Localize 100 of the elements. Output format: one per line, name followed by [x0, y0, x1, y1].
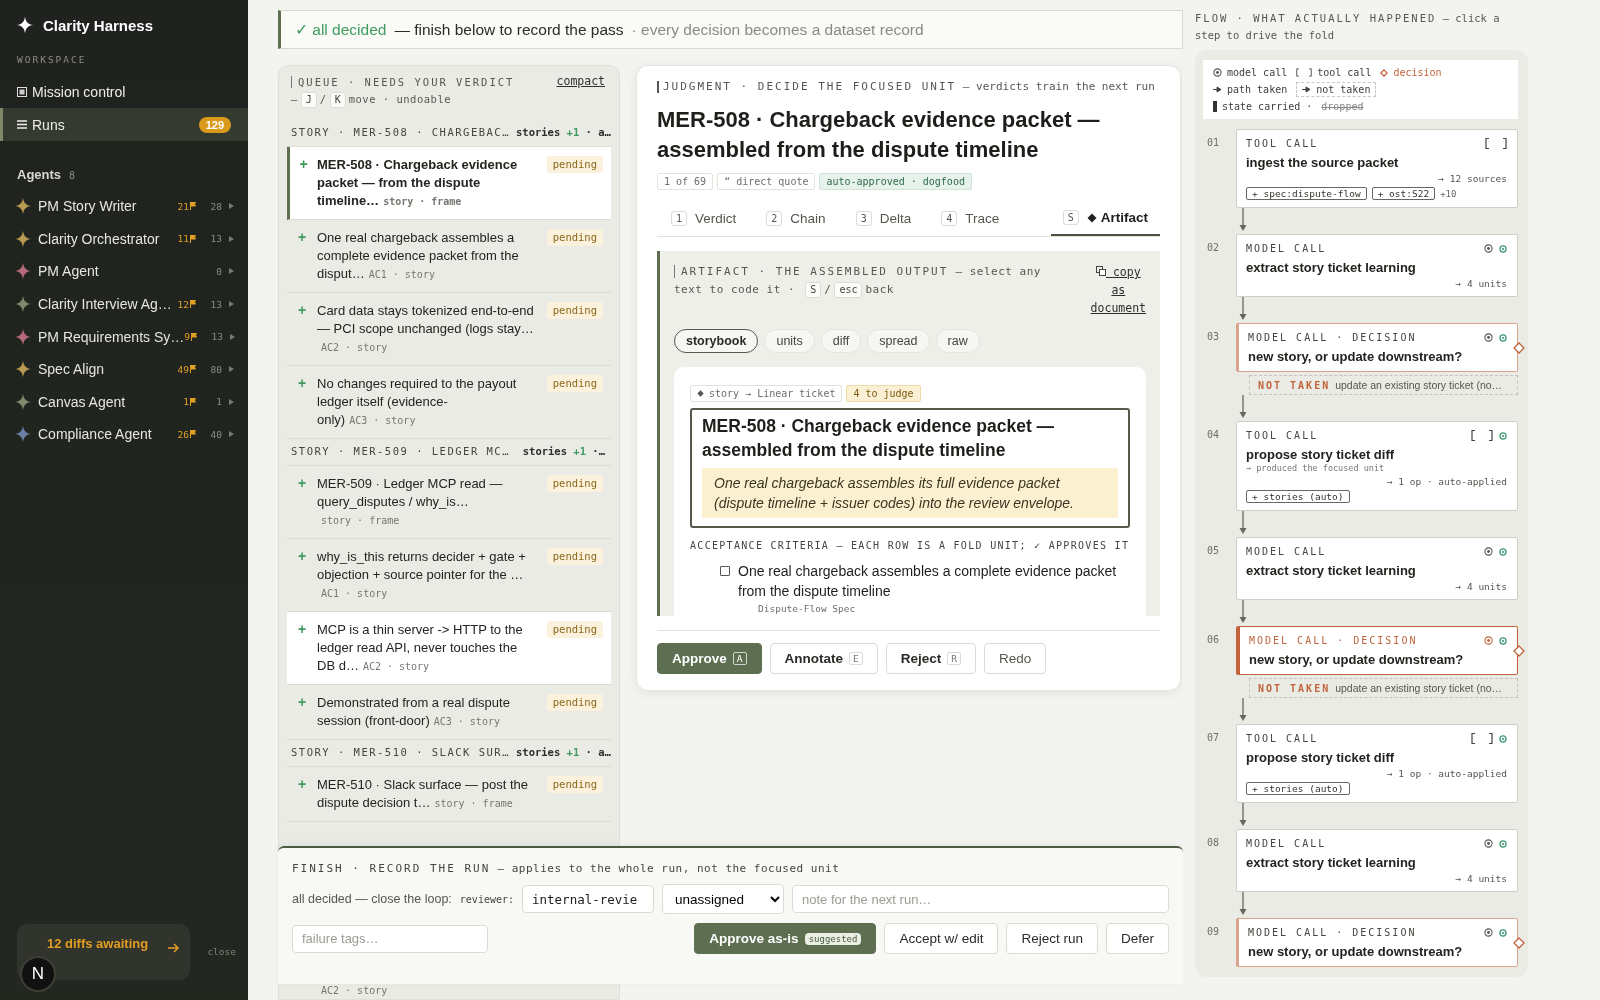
- connector-arrow: [1239, 395, 1247, 419]
- agent-name[interactable]: Compliance Agent: [36, 426, 178, 443]
- caret-icon[interactable]: [229, 431, 234, 438]
- nav-item[interactable]: Runs 129: [0, 108, 248, 141]
- queue-item[interactable]: + Card data stays tokenized end-to-end — PCI scope unchanged (logs stay… AC2 · story pending: [287, 293, 611, 366]
- tab[interactable]: 3 Delta: [853, 204, 926, 236]
- view-toggle[interactable]: spread: [867, 329, 930, 353]
- agent-name[interactable]: Clarity Interview Ag…: [36, 296, 178, 313]
- step-output: → 4 units: [1454, 873, 1507, 884]
- caret-icon[interactable]: [229, 301, 234, 308]
- queue-item[interactable]: + One real chargeback assembles a complete evidence packet from the disput… AC1 · story pending: [287, 220, 611, 293]
- reviewer-field[interactable]: internal-revie: [522, 885, 654, 913]
- caret-icon[interactable]: [229, 203, 234, 210]
- assignee-select[interactable]: unassigned: [662, 884, 784, 914]
- tab[interactable]: S Artifact: [1050, 204, 1160, 236]
- item-text: Card data stays tokenized end-to-end — PCI scope unchanged (logs stay… AC2 · story: [317, 302, 535, 355]
- flag-icon: [191, 332, 197, 341]
- step-card[interactable]: TOOL CALL ingest the source packet → 12 sources + spec:dispute-flow + ost:S22 +10: [1236, 129, 1518, 208]
- copy-link[interactable]: copy as document: [1090, 263, 1146, 317]
- step-card[interactable]: TOOL CALL propose story ticket diff → 1 op · auto-applied + stories (auto): [1236, 724, 1518, 803]
- queue-item[interactable]: + Demonstrated from a real dispute session (front-door) AC3 · story pending: [287, 685, 611, 740]
- step-kind: MODEL CALL · DECISION: [1249, 635, 1418, 646]
- step-card[interactable]: MODEL CALL · DECISION new story, or update downstream?: [1236, 918, 1518, 967]
- step-kind: MODEL CALL: [1246, 243, 1327, 254]
- queue-item[interactable]: + MCP is a thin server -> HTTP to the ledger read API, never touches the DB d… AC2 · story pending: [287, 612, 611, 685]
- group-summary: stories +1 ·…: [522, 445, 605, 457]
- step-kind: MODEL CALL · DECISION: [1248, 927, 1417, 938]
- lead-text: all decided — close the loop:: [292, 892, 452, 906]
- step-kind: MODEL CALL: [1246, 838, 1327, 849]
- unit-title: MER-508 · Chargeback evidence packet — assembled from the dispute timeline: [657, 106, 1101, 164]
- step-number: 08: [1206, 836, 1221, 848]
- view-toggle[interactable]: raw: [935, 329, 980, 353]
- run-count: 40: [209, 428, 222, 440]
- state-tag: + stories (auto): [1246, 490, 1350, 503]
- arrow-icon[interactable]: [168, 943, 180, 953]
- agent-name[interactable]: Canvas Agent: [36, 393, 184, 410]
- step-output: → 4 units: [1454, 581, 1507, 592]
- action-button[interactable]: Redo: [984, 643, 1047, 674]
- agent-name[interactable]: PM Story Writer: [36, 198, 178, 215]
- action-button[interactable]: Annotate E: [769, 643, 878, 674]
- caret-icon[interactable]: [229, 366, 234, 373]
- tags-field[interactable]: failure tags…: [292, 924, 488, 953]
- step-card[interactable]: MODEL CALL · DECISION new story, or update downstream?: [1236, 626, 1518, 675]
- key-hint: K: [329, 92, 346, 108]
- view-toggle[interactable]: diff: [820, 329, 862, 353]
- step-kind: TOOL CALL: [1246, 733, 1319, 744]
- tab[interactable]: 1 Verdict: [669, 204, 751, 236]
- checkbox[interactable]: [720, 566, 730, 576]
- agent-name[interactable]: PM Agent: [36, 263, 196, 280]
- run-count: 0: [215, 266, 222, 277]
- queue-item[interactable]: + MER-509 · Ledger MCP read — query_disputes / why_is… story · frame pending: [287, 466, 611, 539]
- view-toggle[interactable]: units: [764, 329, 815, 353]
- target-icon: [1213, 68, 1222, 77]
- not-taken-branch: NOT TAKEN update an existing story ticket (no…: [1249, 375, 1518, 395]
- caret-icon[interactable]: [230, 333, 235, 340]
- agent-name[interactable]: Clarity Orchestrator: [36, 230, 178, 247]
- action-button[interactable]: Defer: [1106, 923, 1169, 954]
- caret-icon[interactable]: [229, 235, 234, 242]
- menu-icon: [17, 120, 27, 129]
- caret-icon[interactable]: [229, 398, 234, 405]
- brackets-icon: [1471, 430, 1493, 441]
- step-title: extract story ticket learning: [1246, 563, 1417, 578]
- step-number: 07: [1206, 731, 1221, 743]
- step-card[interactable]: MODEL CALL extract story ticket learning → 4 units: [1236, 537, 1518, 600]
- step-card[interactable]: MODEL CALL · DECISION new story, or update downstream?: [1236, 323, 1518, 372]
- panel-title: FLOW · WHAT ACTUALLY HAPPENED — click a step to drive the fold: [1195, 11, 1501, 43]
- count-badge: 129: [198, 116, 231, 133]
- status-badge: pending: [546, 548, 603, 565]
- legend-item: tool call: [1296, 67, 1372, 78]
- step-card[interactable]: MODEL CALL extract story ticket learning → 4 units: [1236, 234, 1518, 297]
- tab[interactable]: 2 Chain: [764, 204, 840, 236]
- flag-count: 9: [184, 331, 197, 343]
- compact-link[interactable]: compact: [556, 74, 605, 108]
- nav-item[interactable]: Mission control: [0, 75, 248, 108]
- step-card[interactable]: TOOL CALL propose story ticket diff → produced the focused unit → 1 op · auto-applied + stories (auto): [1236, 421, 1518, 511]
- item-text: One real chargeback assembles a complete evidence packet from the disput… AC1 · story: [317, 229, 520, 283]
- queue-item[interactable]: + MER-510 · Slack surface — post the dispute decision t… story · frame pending: [287, 767, 611, 822]
- story-title: MER-508 · Chargeback evidence packet — assembled from the dispute timeline: [702, 415, 1056, 462]
- action-button[interactable]: Reject R: [885, 643, 976, 674]
- action-button[interactable]: Approve A: [657, 643, 762, 674]
- step-number: 09: [1206, 925, 1221, 937]
- queue-item[interactable]: + MER-508 · Chargeback evidence packet — from the dispute timeline… story · frame pending: [287, 147, 611, 220]
- agent-name[interactable]: PM Requirements Sy…: [36, 328, 185, 345]
- action-button[interactable]: Accept w/ edit: [884, 923, 999, 954]
- action-button[interactable]: Approve as-is suggested: [694, 923, 877, 954]
- action-button[interactable]: Reject run: [1006, 923, 1098, 954]
- brackets-icon: [1471, 733, 1493, 744]
- avatar[interactable]: N: [20, 956, 56, 992]
- flag-count: 21: [177, 200, 196, 212]
- note-field[interactable]: note for the next run…: [792, 885, 1169, 913]
- queue-item[interactable]: + No changes required to the payout ledger itself (evidence-only) AC3 · story pending: [287, 366, 611, 439]
- step-card[interactable]: MODEL CALL extract story ticket learning → 4 units: [1236, 829, 1518, 892]
- caret-icon[interactable]: [229, 268, 234, 275]
- agent-name[interactable]: Spec Align: [36, 361, 178, 378]
- run-count: 80: [209, 363, 222, 375]
- status-badge: pending: [546, 375, 603, 392]
- hint-text: — select any: [955, 265, 1041, 278]
- close-link[interactable]: close: [207, 946, 236, 957]
- view-toggle[interactable]: storybook: [674, 329, 759, 353]
- tab[interactable]: 4 Trace: [939, 204, 1014, 236]
